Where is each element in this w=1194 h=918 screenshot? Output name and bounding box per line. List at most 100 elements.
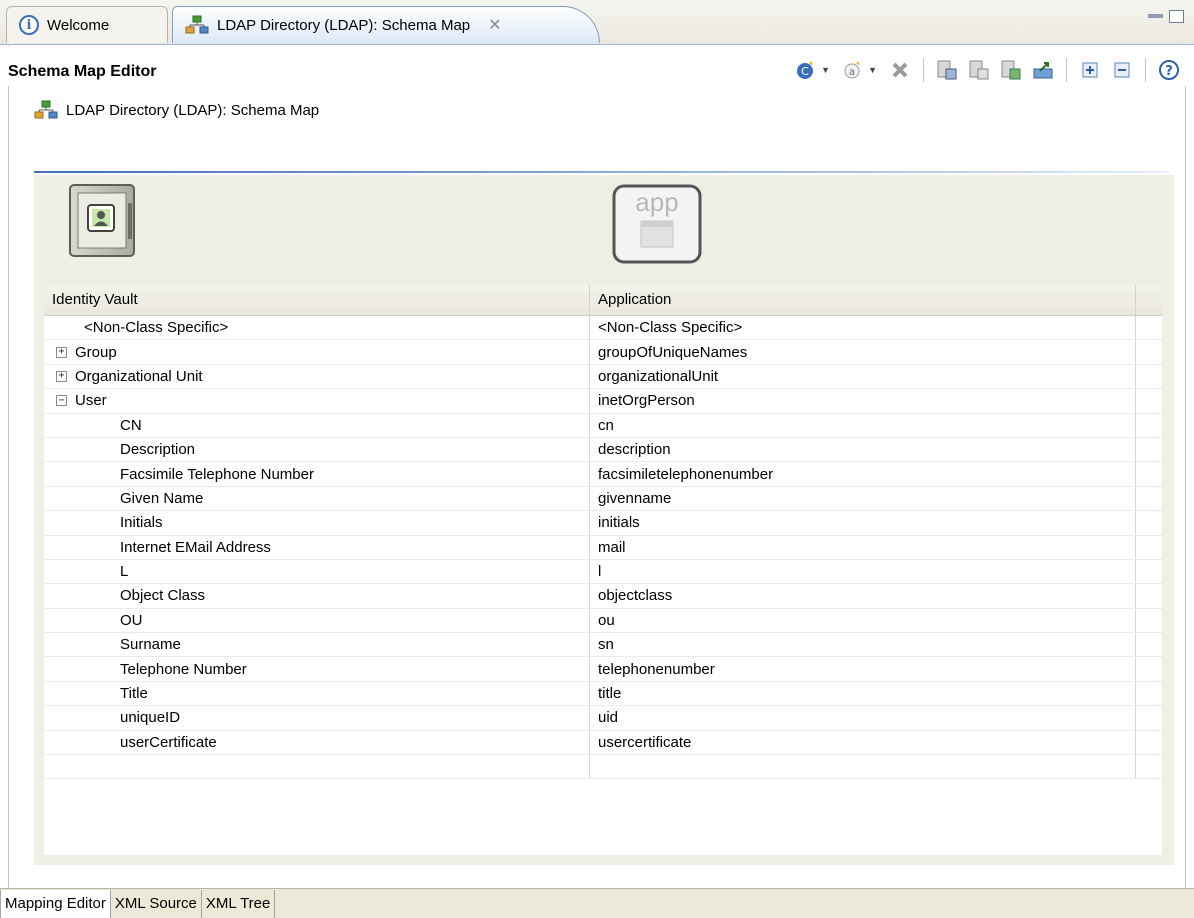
identity-vault-cell: <Non-Class Specific> [44,316,590,340]
table-row[interactable]: userCertificate usercertificate [44,730,1162,756]
add-class-mapping-icon[interactable]: C [793,57,819,83]
application-name: mail [598,538,626,556]
editor-title: Schema Map Editor [8,63,157,80]
application-name: sn [598,636,614,654]
svg-text:C: C [801,65,809,78]
application-cell: objectclass [590,584,1136,608]
expand-icon[interactable]: + [56,370,67,382]
editor-toolbar: C ▼ a ▼ ? [793,56,1182,84]
filler-cell [1136,365,1162,388]
application-name: facsimiletelephonenumber [598,465,774,483]
tab-xml-source[interactable]: XML Source [110,890,202,918]
application-cell: sn [590,633,1136,657]
collapse-all-icon[interactable] [1109,57,1135,83]
identity-vault-cell: Telephone Number [44,657,590,681]
table-row[interactable]: Facsimile Telephone Number facsimiletelep… [44,462,1162,487]
table-row[interactable]: <Non-Class Specific> <Non-Class Specific> [44,316,1162,341]
identity-vault-name: Title [120,685,148,703]
add-attribute-mapping-icon[interactable]: a [840,57,866,83]
table-row[interactable]: OU ou [44,608,1162,634]
application-cell [590,755,1136,779]
identity-vault-name: Given Name [120,489,204,507]
table-row[interactable]: Ll [44,559,1162,585]
application-cell: l [590,559,1136,584]
filler-cell [1136,487,1162,510]
identity-vault-cell [44,755,590,779]
application-name: initials [598,514,640,532]
table-row[interactable]: Given Name givenname [44,486,1162,512]
table-row[interactable] [44,755,1162,780]
identity-vault-cell: L [44,559,590,584]
svg-text:?: ? [1165,64,1173,79]
identity-vault-cell: Internet EMail Address [44,535,590,559]
application-name: title [598,685,622,703]
application-cell: inetOrgPerson [590,389,1136,413]
table-row[interactable]: + Organizational Unit organizationalUnit [44,364,1162,390]
table-row[interactable]: Title title [44,681,1162,707]
application-cell: title [590,681,1136,706]
identity-vault-name: User [75,392,107,410]
filler-cell [1136,438,1162,461]
table-row[interactable]: + Group groupOfUniqueNames [44,340,1162,365]
application-name: telephonenumber [598,660,715,678]
application-cell: givenname [590,486,1136,511]
delete-icon[interactable] [887,57,913,83]
help-icon[interactable]: ? [1156,57,1182,83]
schema-1-icon[interactable] [934,57,960,83]
identity-vault-cell: CN [44,413,590,437]
tab-schema-map[interactable]: LDAP Directory (LDAP): Schema Map ✕ [172,6,600,43]
add-attribute-dropdown-icon[interactable]: ▼ [868,65,877,75]
application-name: <Non-Class Specific> [598,319,743,337]
tab-mapping-editor[interactable]: Mapping Editor [0,890,111,918]
table-row[interactable]: Description description [44,437,1162,463]
editor-right-border [1185,44,1186,888]
tab-welcome[interactable]: i Welcome [6,6,168,43]
identity-vault-name: Object Class [120,587,206,605]
identity-vault-name: CN [120,416,142,434]
identity-vault-cell: + Organizational Unit [44,364,590,389]
application-name: ou [598,611,615,629]
column-header-identity-vault[interactable]: Identity Vault [44,285,590,315]
table-row[interactable]: Surname sn [44,633,1162,658]
expand-all-icon[interactable] [1077,57,1103,83]
filler-cell [1136,414,1162,437]
application-cell: telephonenumber [590,657,1136,681]
editor-subtitle-label: LDAP Directory (LDAP): Schema Map [66,101,320,119]
schema-3-icon[interactable] [998,57,1024,83]
table-row[interactable]: Object Class objectclass [44,584,1162,609]
application-cell: mail [590,535,1136,559]
application-cell: <Non-Class Specific> [590,316,1136,340]
filler-cell [1136,511,1162,534]
identity-vault-cell: Given Name [44,486,590,511]
identity-vault-icon [68,183,136,258]
schema-2-icon[interactable] [966,57,992,83]
application-name: groupOfUniqueNames [598,343,748,361]
close-tab-icon[interactable]: ✕ [488,15,501,35]
table-row[interactable]: Internet EMail Address mail [44,535,1162,560]
application-name: cn [598,416,614,434]
add-class-dropdown-icon[interactable]: ▼ [821,65,830,75]
mapping-panel: app Identity Vault Application <Non-Clas… [34,175,1174,865]
filler-cell [1136,755,1162,778]
collapse-icon[interactable]: − [56,395,67,407]
application-cell: cn [590,413,1136,437]
header-divider [34,171,1169,173]
identity-vault-cell: Surname [44,633,590,657]
application-cell: initials [590,511,1136,535]
minimize-button[interactable] [1148,14,1163,18]
column-header-application[interactable]: Application [590,285,1136,315]
tab-xml-tree[interactable]: XML Tree [201,890,276,918]
table-row[interactable]: Initials initials [44,511,1162,536]
application-cell: facsimiletelephonenumber [590,462,1136,486]
expand-icon[interactable]: + [56,346,67,358]
table-row[interactable]: uniqueID uid [44,706,1162,731]
filler-cell [1136,657,1162,680]
identity-vault-name: Organizational Unit [75,367,203,385]
maximize-button[interactable] [1169,10,1184,23]
table-row[interactable]: Telephone Number telephonenumber [44,657,1162,682]
schema-mapping-table: Identity Vault Application <Non-Class Sp… [44,285,1162,855]
info-icon: i [19,15,39,35]
table-row[interactable]: − User inetOrgPerson [44,389,1162,414]
table-row[interactable]: CN cn [44,413,1162,438]
export-icon[interactable] [1030,57,1056,83]
